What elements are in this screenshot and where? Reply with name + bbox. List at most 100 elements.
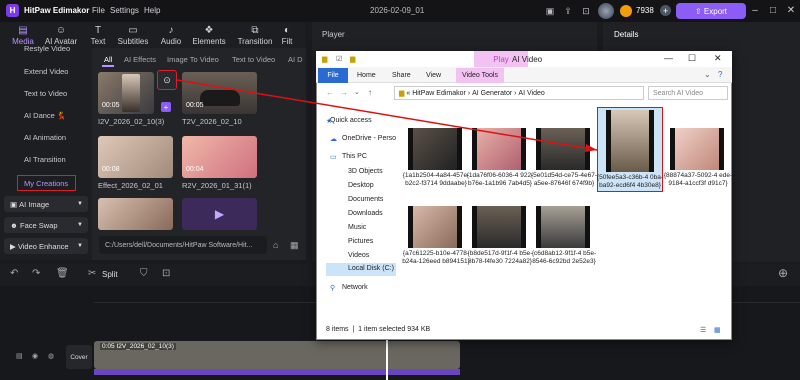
breadcrumb-ai-generator[interactable]: AI Generator bbox=[472, 90, 512, 97]
file-thumb-1[interactable] bbox=[408, 128, 462, 170]
nav-documents[interactable]: Documents bbox=[348, 196, 383, 203]
tab-filter[interactable]: ◐ Filt bbox=[272, 22, 302, 48]
ribbon-video-tools[interactable]: Video Tools bbox=[456, 68, 504, 83]
add-to-timeline-button[interactable]: + bbox=[161, 102, 171, 112]
nav-pictures[interactable]: Pictures bbox=[348, 238, 373, 245]
delete-icon[interactable]: 🗑 bbox=[56, 268, 69, 279]
export-button[interactable]: ⇧ Export bbox=[676, 3, 746, 19]
forward-icon[interactable]: → bbox=[340, 88, 348, 97]
chevron-down-icon[interactable]: ⌄ bbox=[354, 88, 360, 96]
large-icons-view-icon[interactable]: ▦ bbox=[714, 326, 721, 334]
chevron-down-icon[interactable]: ⌄ bbox=[704, 70, 711, 79]
file-name-7[interactable]: {b8de517d-9f1f-4 b5e-8b78-f4fe30 7224a82… bbox=[464, 250, 536, 266]
sidebar-item-ai-animation[interactable]: AI Animation bbox=[24, 133, 66, 142]
file-thumb-4[interactable] bbox=[606, 110, 654, 172]
file-name-1[interactable]: {1a1b2504-4a84-457e-b2c2-f3714 9ddaabe} bbox=[400, 172, 472, 188]
redo-icon[interactable]: ↷ bbox=[32, 268, 40, 279]
file-name-6[interactable]: {a7c61225-b10e-4778-b24a-126eed b894151} bbox=[400, 250, 472, 266]
file-thumb-2[interactable] bbox=[472, 128, 526, 170]
playhead[interactable] bbox=[386, 340, 388, 380]
nav-quick-access[interactable]: Quick access bbox=[330, 117, 372, 124]
filter-ai-effects[interactable]: AI Effects bbox=[124, 55, 156, 64]
details-view-icon[interactable]: ☰ bbox=[700, 326, 706, 334]
split-label[interactable]: Split bbox=[102, 270, 118, 279]
file-name-8[interactable]: {c6d8ab12-9f1f-4 b5e-8546-6c92bd 2e52e3} bbox=[528, 250, 600, 266]
nav-local-disk[interactable]: Local Disk (C:) bbox=[348, 265, 394, 272]
sidebar-item-ai-transition[interactable]: AI Transition bbox=[24, 155, 66, 164]
gift-icon[interactable]: ▣ bbox=[544, 5, 556, 17]
breadcrumb-ai-video[interactable]: AI Video bbox=[518, 90, 544, 97]
filter-ai-dance[interactable]: AI D bbox=[288, 55, 304, 64]
minimize-icon[interactable]: — bbox=[664, 53, 673, 63]
nav-network[interactable]: Network bbox=[342, 284, 368, 291]
sidebar-item-ai-dance[interactable]: AI Dance 💃 bbox=[24, 111, 66, 120]
back-icon[interactable]: ← bbox=[326, 88, 334, 97]
text-box-icon[interactable]: ⊡ bbox=[162, 268, 170, 279]
breadcrumb-more[interactable]: « bbox=[406, 90, 410, 97]
sidebar-group-video-enhance[interactable]: ▶ Video Enhance ▼ bbox=[4, 238, 88, 254]
properties-icon[interactable]: ☑ bbox=[336, 55, 342, 63]
cart-icon[interactable]: ⊡ bbox=[580, 5, 592, 17]
nav-3d-objects[interactable]: 3D Objects bbox=[348, 168, 383, 175]
filter-image-to-video[interactable]: Image To Video bbox=[167, 55, 219, 64]
open-folder-button[interactable]: ⊙ bbox=[157, 70, 177, 90]
up-icon[interactable]: ↑ bbox=[368, 88, 372, 97]
close-icon[interactable]: ✕ bbox=[784, 3, 798, 17]
media-thumb-5[interactable] bbox=[98, 198, 173, 230]
nav-this-pc[interactable]: This PC bbox=[342, 153, 367, 160]
filter-text-to-video[interactable]: Text to Video bbox=[232, 55, 275, 64]
file-name-2[interactable]: {1da76f06-6036-4 922-b76e-1a1b96 7ab4d5} bbox=[464, 172, 536, 188]
nav-desktop[interactable]: Desktop bbox=[348, 182, 374, 189]
file-thumb-6[interactable] bbox=[408, 206, 462, 248]
shield-icon[interactable]: ⛉ bbox=[140, 268, 148, 279]
file-name-5[interactable]: {88874a37-5092-4 ede-9184-a1ccf3f d91c7} bbox=[662, 172, 734, 188]
file-thumb-5[interactable] bbox=[670, 128, 724, 170]
sidebar-item-restyle[interactable]: Restyle Video bbox=[24, 44, 70, 53]
help-icon[interactable]: ? bbox=[718, 70, 722, 79]
add-coins-button[interactable]: + bbox=[660, 5, 671, 16]
undo-icon[interactable]: ↶ bbox=[10, 268, 18, 279]
nav-videos[interactable]: Videos bbox=[348, 252, 369, 259]
ribbon-share[interactable]: Share bbox=[392, 72, 411, 79]
track-audio-icon[interactable]: ◍ bbox=[48, 352, 54, 360]
address-bar[interactable]: ▆ « HitPaw Edimakor › AI Generator › AI … bbox=[394, 86, 644, 100]
media-thumb-6[interactable]: ▶ bbox=[182, 198, 257, 230]
grid-icon[interactable]: ▦ bbox=[290, 240, 299, 251]
nav-music[interactable]: Music bbox=[348, 224, 366, 231]
file-name-3[interactable]: {5e01d54d-ce75-4e67-a5ee-87646f 674f9b} bbox=[528, 172, 600, 188]
maximize-icon[interactable]: ☐ bbox=[688, 53, 696, 64]
filter-all[interactable]: All bbox=[104, 55, 112, 64]
sidebar-item-text-to-video[interactable]: Text to Video bbox=[24, 89, 67, 98]
file-name-4[interactable]: {50fee5a3-c36b-4 0ba-ba92-ecd6f4 4b30e8} bbox=[594, 174, 666, 190]
user-avatar[interactable] bbox=[598, 3, 614, 19]
breadcrumb-edimakor[interactable]: HitPaw Edimakor bbox=[412, 90, 466, 97]
tab-elements[interactable]: ❖ Elements bbox=[186, 22, 232, 48]
sidebar-group-ai-image[interactable]: ▣ AI Image ▼ bbox=[4, 196, 88, 212]
search-input[interactable]: Search AI Video bbox=[648, 86, 728, 100]
media-path[interactable]: C:/Users/dell/Documents/HitPaw Software/… bbox=[99, 236, 267, 254]
ribbon-view[interactable]: View bbox=[426, 72, 441, 79]
new-folder-icon[interactable]: ▆ bbox=[350, 55, 355, 63]
file-thumb-7[interactable] bbox=[472, 206, 526, 248]
menu-settings[interactable]: Settings bbox=[110, 6, 139, 15]
file-thumb-8[interactable] bbox=[536, 206, 590, 248]
menu-help[interactable]: Help bbox=[144, 6, 160, 15]
nav-downloads[interactable]: Downloads bbox=[348, 210, 383, 217]
close-icon[interactable]: ✕ bbox=[714, 53, 722, 64]
track-lock-icon[interactable]: ▤ bbox=[16, 352, 23, 360]
file-thumb-3[interactable] bbox=[536, 128, 590, 170]
track-visibility-icon[interactable]: ◉ bbox=[32, 352, 38, 360]
maximize-icon[interactable]: □ bbox=[766, 3, 780, 17]
split-icon[interactable]: ✂ bbox=[88, 268, 96, 279]
ribbon-home[interactable]: Home bbox=[357, 72, 376, 79]
nav-onedrive[interactable]: OneDrive - Perso bbox=[342, 135, 396, 142]
sidebar-group-face-swap[interactable]: ☻ Face Swap ▼ bbox=[4, 217, 88, 233]
minimize-icon[interactable]: – bbox=[748, 3, 762, 17]
ribbon-file[interactable]: File bbox=[318, 68, 348, 83]
cover-button[interactable]: Cover bbox=[66, 345, 92, 369]
zoom-in-icon[interactable]: ⊕ bbox=[778, 266, 788, 280]
share-icon[interactable]: ⇪ bbox=[562, 5, 574, 17]
sidebar-item-extend[interactable]: Extend Video bbox=[24, 67, 68, 76]
sidebar-item-my-creations[interactable]: My Creations bbox=[17, 175, 76, 191]
folder-icon[interactable]: ⌂ bbox=[273, 240, 278, 250]
